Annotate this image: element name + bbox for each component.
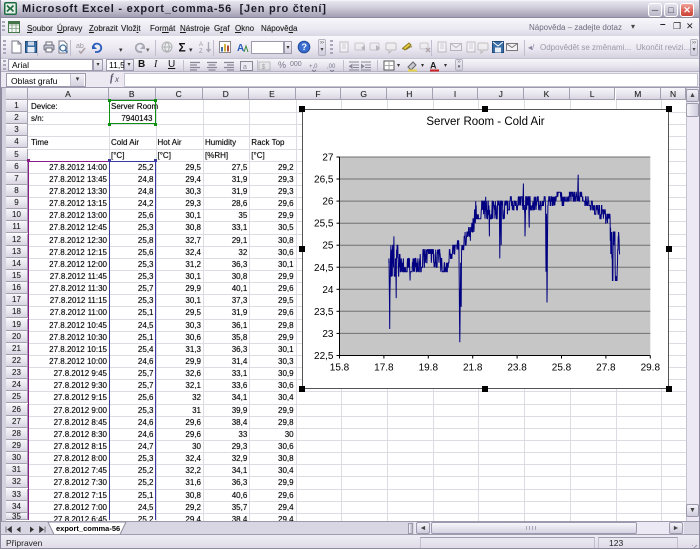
svg-text:A: A <box>237 43 244 54</box>
svg-text:15.8: 15.8 <box>329 363 349 374</box>
svg-text:27.8: 27.8 <box>596 363 616 374</box>
svg-text:+,0: +,0 <box>309 64 318 70</box>
svg-text:Server Room - Cold Air: Server Room - Cold Air <box>426 116 544 128</box>
svg-text:25,5: 25,5 <box>314 219 334 230</box>
svg-text:A: A <box>199 42 203 48</box>
svg-text:,00: ,00 <box>327 64 336 70</box>
svg-text:23: 23 <box>322 329 334 340</box>
svg-text:29.8: 29.8 <box>640 363 660 374</box>
svg-text:24: 24 <box>322 285 334 296</box>
svg-text:17.8: 17.8 <box>374 363 394 374</box>
svg-text:24,5: 24,5 <box>314 263 334 274</box>
svg-text:?: ? <box>302 42 308 52</box>
svg-text:26,5: 26,5 <box>314 175 334 186</box>
svg-text:Σ: Σ <box>179 41 186 55</box>
svg-text:21.8: 21.8 <box>462 363 482 374</box>
svg-text:22,5: 22,5 <box>314 351 334 362</box>
svg-text:25.8: 25.8 <box>551 363 571 374</box>
svg-text:ab: ab <box>76 43 84 50</box>
svg-text:a: a <box>243 64 247 71</box>
svg-text:23,5: 23,5 <box>314 307 334 318</box>
svg-text:26: 26 <box>322 197 334 208</box>
svg-text:23.8: 23.8 <box>507 363 527 374</box>
svg-text:27: 27 <box>322 153 334 164</box>
svg-text:$: $ <box>262 64 266 71</box>
svg-text:25: 25 <box>322 241 334 252</box>
svg-text:19.8: 19.8 <box>418 363 438 374</box>
svg-text:Z: Z <box>199 49 203 54</box>
svg-text:A: A <box>430 61 437 71</box>
